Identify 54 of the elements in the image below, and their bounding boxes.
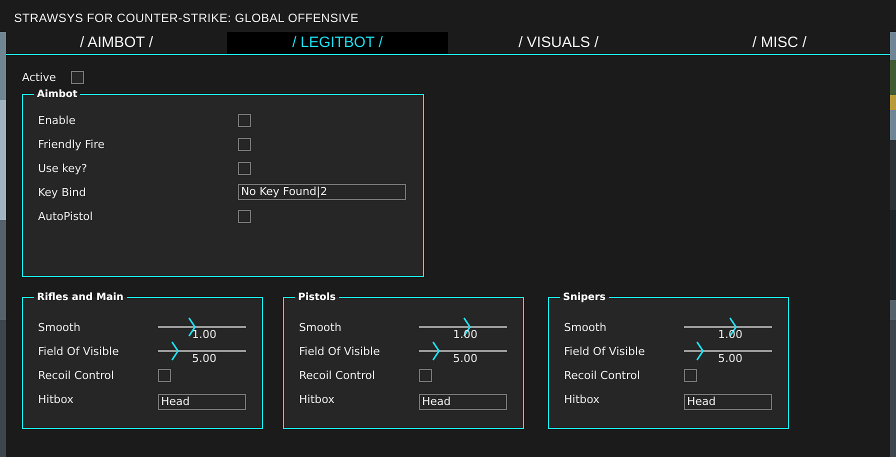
label: Field Of Visible xyxy=(564,344,646,358)
checkbox[interactable] xyxy=(71,70,84,84)
window-title: STRAWSYS FOR COUNTER-STRIKE: GLOBAL OFFENSIVE xyxy=(14,11,359,25)
label: Enable xyxy=(38,114,76,126)
label: Recoil Control xyxy=(299,368,376,382)
tab[interactable]: / MISC / xyxy=(669,32,890,54)
label: Use key? xyxy=(38,162,88,174)
input-field[interactable]: Head xyxy=(419,394,507,410)
slider[interactable] xyxy=(419,341,507,361)
slider[interactable] xyxy=(158,341,246,361)
group-title: Pistols xyxy=(297,292,337,303)
tab[interactable]: / VISUALS / xyxy=(448,32,669,54)
label: Friendly Fire xyxy=(38,138,106,150)
label: Field Of Visible xyxy=(299,344,381,358)
tab[interactable]: / LEGITBOT / xyxy=(227,32,448,54)
slider[interactable] xyxy=(684,317,772,337)
checkbox[interactable] xyxy=(238,114,251,126)
label: AutoPistol xyxy=(38,210,94,222)
checkbox[interactable] xyxy=(238,162,251,174)
slider-value: 5.00 xyxy=(453,353,478,365)
input-field[interactable]: No Key Found|2 xyxy=(238,184,406,200)
slider-thumb[interactable] xyxy=(432,341,440,361)
label: Key Bind xyxy=(38,186,87,198)
slider[interactable] xyxy=(419,317,507,337)
label: Smooth xyxy=(564,320,608,334)
input-field[interactable]: Head xyxy=(684,394,772,410)
label: Hitbox xyxy=(299,392,336,406)
tab[interactable]: / AIMBOT / xyxy=(6,32,227,54)
slider[interactable] xyxy=(684,341,772,361)
label: Hitbox xyxy=(564,392,601,406)
label: Recoil Control xyxy=(38,368,116,382)
label: Active xyxy=(22,70,58,84)
label: Field Of Visible xyxy=(38,344,120,358)
slider[interactable] xyxy=(158,317,246,337)
checkbox[interactable] xyxy=(238,138,251,150)
label: Hitbox xyxy=(38,392,75,406)
label: Smooth xyxy=(38,320,82,334)
slider-thumb[interactable] xyxy=(696,341,704,361)
slider-value: 1.00 xyxy=(453,329,478,341)
group-title: Snipers xyxy=(562,292,607,303)
slider-thumb[interactable] xyxy=(170,341,179,361)
slider-value: 5.00 xyxy=(192,353,216,365)
checkbox[interactable] xyxy=(238,210,251,222)
checkbox[interactable] xyxy=(684,368,697,382)
slider-value: 1.00 xyxy=(718,329,742,341)
label: Smooth xyxy=(299,320,342,334)
slider-value: 5.00 xyxy=(718,353,742,365)
label: Recoil Control xyxy=(564,368,642,382)
group-title: Aimbot xyxy=(36,89,78,100)
checkbox[interactable] xyxy=(158,368,171,382)
slider-value: 1.00 xyxy=(192,329,216,341)
checkbox[interactable] xyxy=(419,368,432,382)
input-field[interactable]: Head xyxy=(158,394,246,410)
group-title: Rifles and Main xyxy=(36,292,125,303)
